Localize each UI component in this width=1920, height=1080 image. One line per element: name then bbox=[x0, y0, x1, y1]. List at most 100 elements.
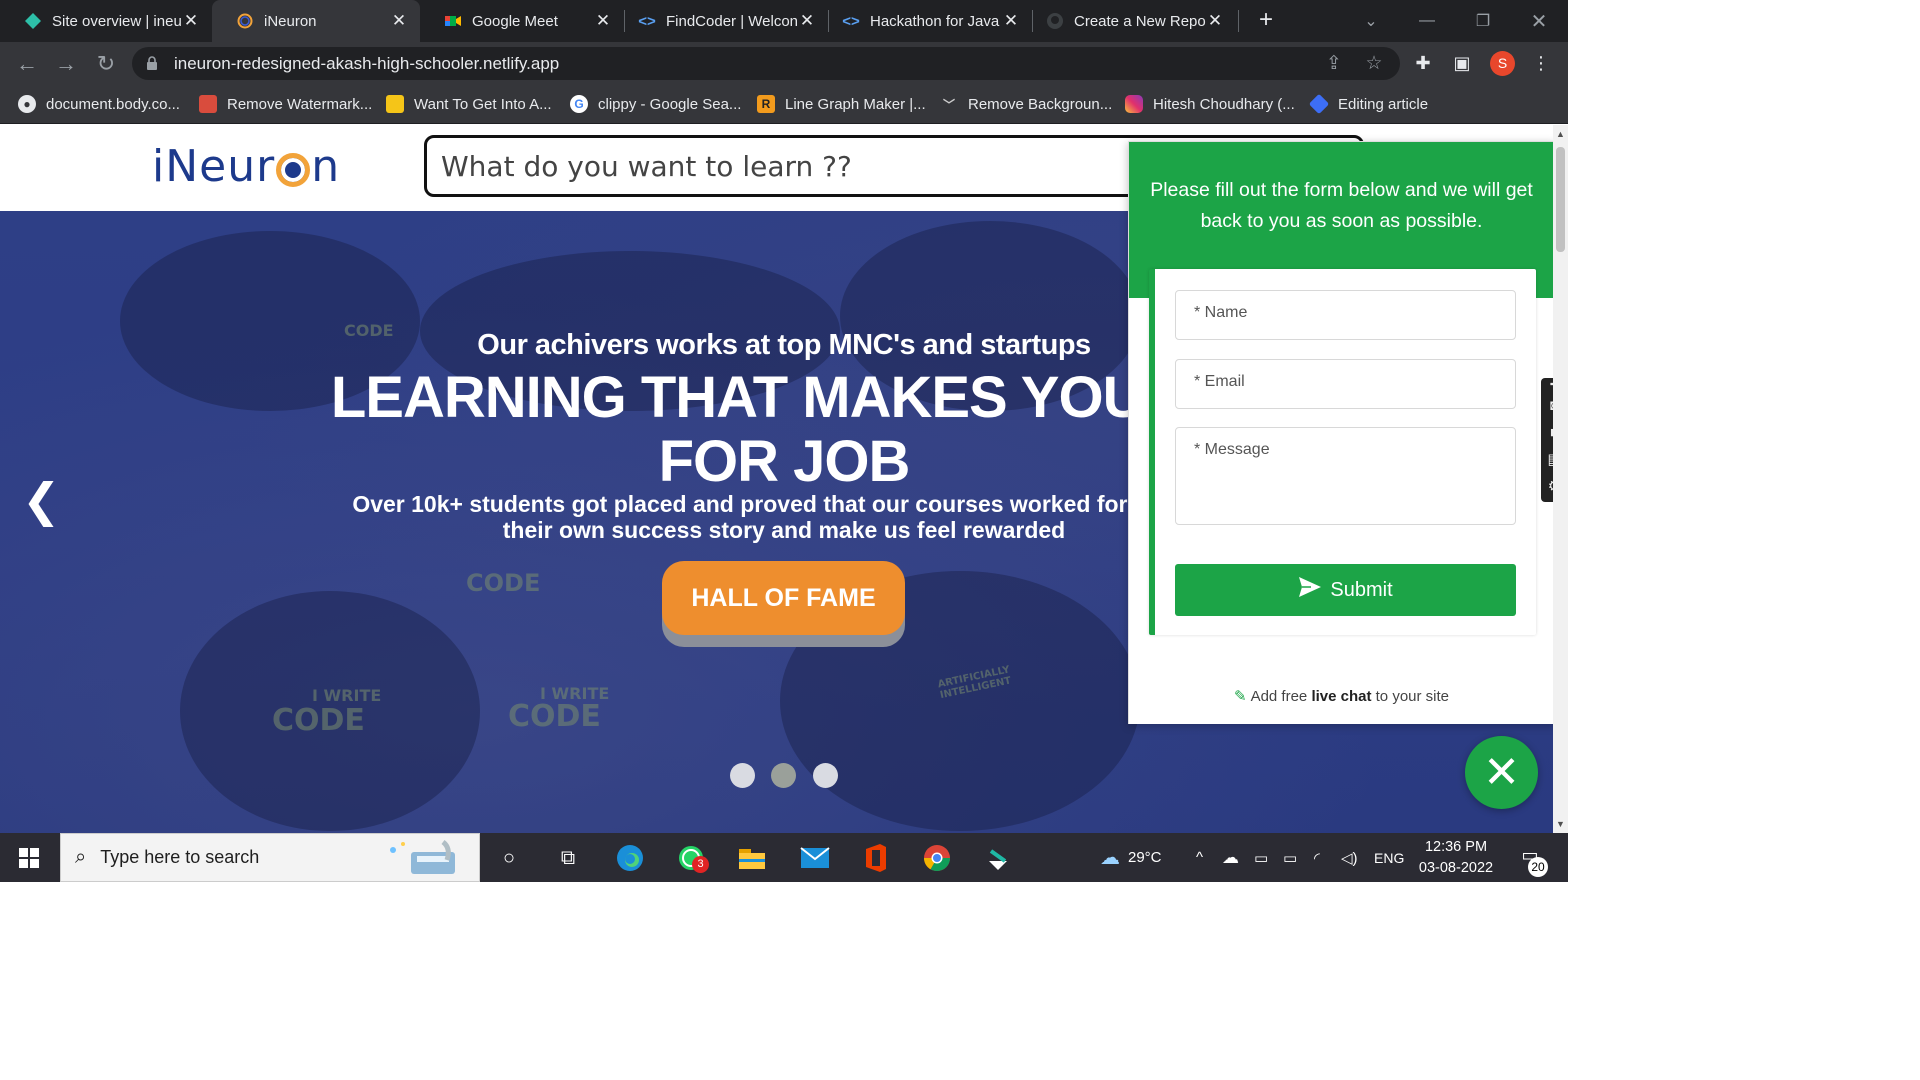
file-explorer-icon[interactable] bbox=[735, 841, 769, 875]
tab-ineuron[interactable]: iNeuron ✕ bbox=[212, 0, 420, 42]
netlify-icon bbox=[24, 12, 42, 30]
bookmark-item[interactable]: Hitesh Choudhary (... bbox=[1125, 93, 1295, 115]
instagram-icon bbox=[1125, 95, 1143, 113]
forward-arrow-icon[interactable]: → bbox=[52, 50, 80, 78]
office-icon[interactable] bbox=[859, 841, 893, 875]
carousel-dot-1[interactable] bbox=[730, 763, 755, 788]
clock-date: 03-08-2022 bbox=[1418, 860, 1494, 876]
widget-header-text: Please fill out the form below and we wi… bbox=[1150, 179, 1533, 232]
volume-icon[interactable]: ◁) bbox=[1341, 833, 1358, 882]
carousel-prev-arrow-icon[interactable]: ❮ bbox=[22, 473, 61, 527]
widget-close-button[interactable]: ✕ bbox=[1465, 736, 1538, 809]
tab-hackathon[interactable]: <> Hackathon for Java ✕ bbox=[828, 0, 1032, 42]
cortana-icon[interactable]: ○ bbox=[492, 841, 526, 875]
tab-create-repo[interactable]: Create a New Repo ✕ bbox=[1032, 0, 1236, 42]
carousel-dot-3[interactable] bbox=[813, 763, 838, 788]
photo-shirt-text: CODE bbox=[508, 699, 601, 734]
bookmark-yellow-icon bbox=[386, 95, 404, 113]
reload-icon[interactable]: ↻ bbox=[92, 50, 120, 78]
carousel-dot-2[interactable] bbox=[771, 763, 796, 788]
share-icon[interactable]: ⇪ bbox=[1323, 53, 1345, 75]
close-tab-icon[interactable]: ✕ bbox=[390, 11, 408, 31]
tab-title: Google Meet bbox=[472, 12, 558, 30]
footer-prefix: Add free bbox=[1250, 688, 1312, 705]
name-field[interactable]: * Name bbox=[1175, 290, 1516, 340]
snip-tool-icon[interactable] bbox=[981, 841, 1015, 875]
scrollbar-thumb[interactable] bbox=[1556, 147, 1565, 252]
close-tab-icon[interactable]: ✕ bbox=[1002, 11, 1020, 31]
extensions-icon[interactable]: ✚ bbox=[1410, 50, 1436, 76]
hall-of-fame-button[interactable]: HALL OF FAME bbox=[662, 561, 905, 635]
bookmark-label: Editing article bbox=[1338, 95, 1429, 113]
new-tab-button[interactable]: + bbox=[1252, 6, 1280, 34]
close-window-button[interactable]: ✕ bbox=[1514, 0, 1564, 42]
ineuron-logo[interactable]: iNeur n bbox=[152, 141, 340, 192]
bookmark-item[interactable]: ﹀ Remove Backgroun... bbox=[940, 93, 1112, 115]
bookmark-item[interactable]: R Line Graph Maker |... bbox=[757, 93, 926, 115]
edge-icon[interactable] bbox=[613, 841, 647, 875]
email-field[interactable]: * Email bbox=[1175, 359, 1516, 409]
code-icon: <> bbox=[842, 12, 860, 30]
close-tab-icon[interactable]: ✕ bbox=[182, 11, 200, 31]
tab-title: Site overview | ineu bbox=[52, 12, 182, 30]
menu-kebab-icon[interactable]: ⋮ bbox=[1528, 50, 1554, 76]
battery-icon[interactable]: ▭ bbox=[1283, 833, 1297, 882]
scroll-down-arrow-icon[interactable]: ▼ bbox=[1553, 819, 1568, 829]
bookmarks-bar: ● document.body.co... Remove Watermark..… bbox=[0, 84, 1568, 124]
show-hidden-icons-chevron-icon[interactable]: ^ bbox=[1196, 833, 1203, 882]
code-icon: <> bbox=[638, 12, 656, 30]
url-text: ineuron-redesigned-akash-high-schooler.n… bbox=[174, 54, 560, 73]
bookmark-star-icon[interactable]: ☆ bbox=[1363, 53, 1385, 75]
logo-ring-icon bbox=[276, 152, 311, 187]
restore-button[interactable]: ❐ bbox=[1458, 0, 1508, 42]
search-placeholder: What do you want to learn ?? bbox=[441, 149, 852, 183]
tab-google-meet[interactable]: Google Meet ✕ bbox=[420, 0, 624, 42]
task-view-icon[interactable]: ⧉ bbox=[551, 841, 585, 875]
address-bar[interactable]: ineuron-redesigned-akash-high-schooler.n… bbox=[132, 47, 1400, 80]
browser-toolbar: ← → ↻ ineuron-redesigned-akash-high-scho… bbox=[0, 42, 1568, 84]
page-scrollbar[interactable]: ▲ ▼ bbox=[1553, 125, 1568, 833]
bookmark-label: document.body.co... bbox=[46, 95, 180, 113]
wifi-icon[interactable]: ◜ bbox=[1314, 833, 1320, 882]
scroll-up-arrow-icon[interactable]: ▲ bbox=[1553, 129, 1568, 139]
widget-footer-link[interactable]: ✎ Add free live chat to your site bbox=[1129, 670, 1554, 724]
tab-site-overview[interactable]: Site overview | ineu ✕ bbox=[0, 0, 212, 42]
whatsapp-badge: 3 bbox=[692, 856, 709, 873]
profile-avatar[interactable]: S bbox=[1490, 51, 1515, 76]
weather-widget[interactable]: ☁ 29°C bbox=[1100, 833, 1162, 882]
bookmark-item[interactable]: G clippy - Google Sea... bbox=[570, 93, 741, 115]
bookmark-label: Remove Watermark... bbox=[227, 95, 373, 113]
bookmark-label: Hitesh Choudhary (... bbox=[1153, 95, 1295, 113]
close-tab-icon[interactable]: ✕ bbox=[798, 11, 816, 31]
bookmark-item[interactable]: Editing article bbox=[1308, 93, 1429, 115]
back-arrow-icon[interactable]: ← bbox=[13, 50, 41, 78]
bookmark-item[interactable]: Want To Get Into A... bbox=[386, 93, 552, 115]
close-tab-icon[interactable]: ✕ bbox=[1206, 11, 1224, 31]
message-field[interactable]: * Message bbox=[1175, 427, 1516, 525]
widget-form: * Name * Email * Message Submit bbox=[1149, 269, 1536, 635]
onedrive-icon[interactable]: ☁ bbox=[1222, 833, 1239, 882]
chrome-icon[interactable] bbox=[920, 841, 954, 875]
system-clock[interactable]: 12:36 PM 03-08-2022 bbox=[1412, 837, 1500, 879]
tab-search-icon[interactable]: ⌄ bbox=[1346, 0, 1396, 42]
windows-start-icon[interactable] bbox=[10, 844, 48, 872]
meet-now-icon[interactable]: ▭ bbox=[1254, 833, 1268, 882]
weather-temp: 29°C bbox=[1128, 849, 1162, 866]
windows-taskbar: ⌕ Type here to search ○ ⧉ ☁ 29°C ^ ☁ ▭ ▭… bbox=[0, 833, 1568, 882]
bookmark-item[interactable]: ● document.body.co... bbox=[18, 93, 180, 115]
chat-bubble-icon: ✎ bbox=[1233, 688, 1247, 705]
lock-icon[interactable] bbox=[146, 56, 158, 76]
email-placeholder: * Email bbox=[1194, 373, 1245, 390]
language-indicator[interactable]: ENG bbox=[1374, 833, 1404, 882]
minimize-button[interactable]: — bbox=[1402, 0, 1452, 42]
side-panel-icon[interactable]: ▣ bbox=[1449, 50, 1475, 76]
taskbar-search-input[interactable]: ⌕ Type here to search bbox=[60, 833, 480, 882]
notification-center-icon[interactable]: ▭ 20 bbox=[1516, 845, 1548, 877]
close-tab-icon[interactable]: ✕ bbox=[594, 11, 612, 31]
mail-icon[interactable] bbox=[798, 841, 832, 875]
google-icon: G bbox=[570, 95, 588, 113]
tab-findcoder[interactable]: <> FindCoder | Welcon ✕ bbox=[624, 0, 828, 42]
submit-button[interactable]: Submit bbox=[1175, 564, 1516, 616]
bookmark-item[interactable]: Remove Watermark... bbox=[199, 93, 372, 115]
bookmark-label: Line Graph Maker |... bbox=[785, 95, 926, 113]
